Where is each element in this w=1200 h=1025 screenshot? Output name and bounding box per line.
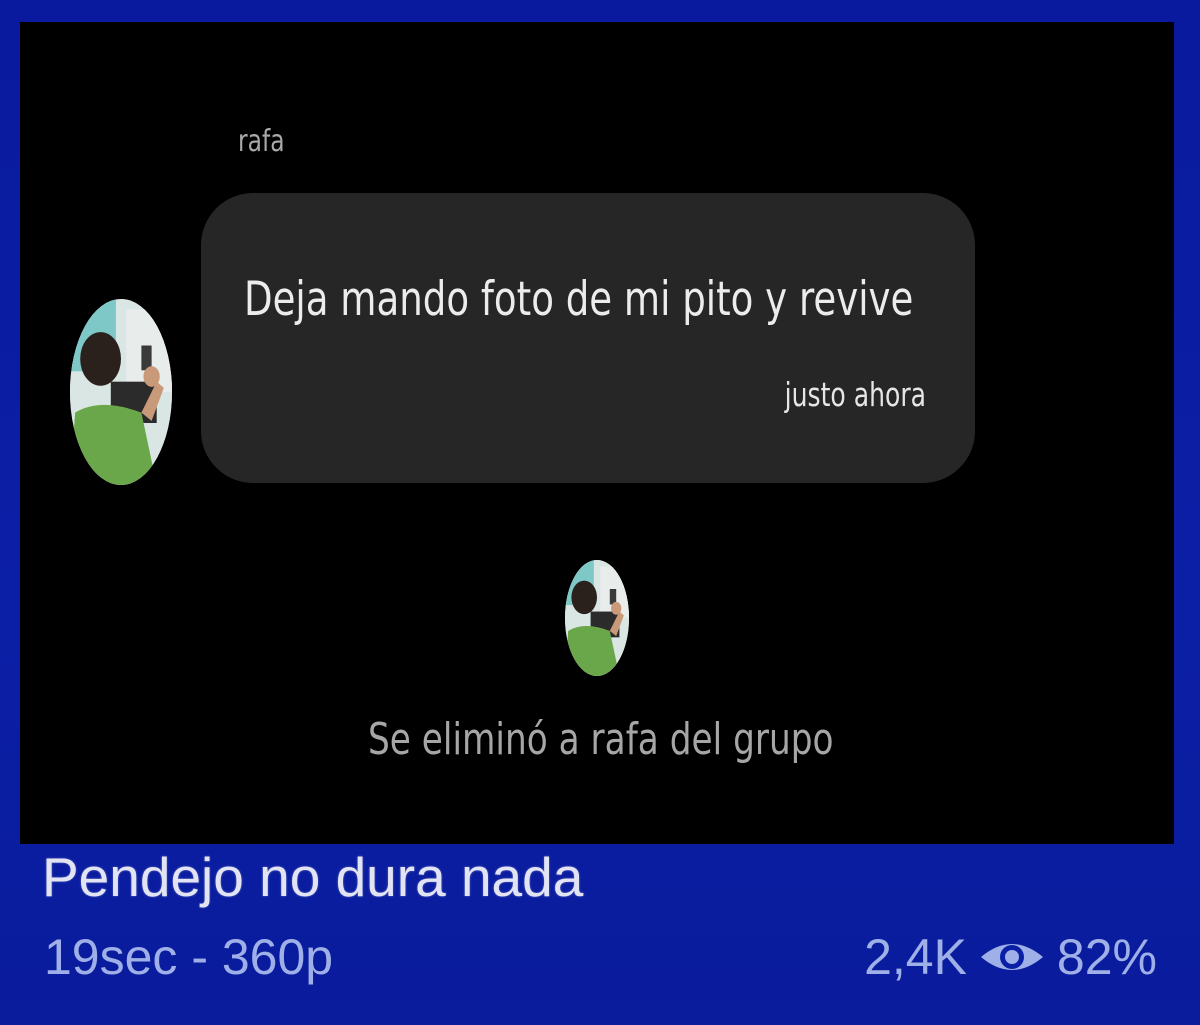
removed-user-avatar [565, 560, 629, 676]
message-timestamp: justo ahora [784, 375, 926, 414]
chat-screenshot: rafa Deja mando foto de mi pito y revive… [20, 22, 1174, 844]
sender-avatar [70, 299, 172, 485]
video-duration-quality: 19sec - 360p [44, 929, 334, 985]
eye-icon [979, 937, 1045, 977]
message-text: Deja mando foto de mi pito y revive [244, 272, 914, 327]
video-stats: 2,4K 82% [864, 928, 1157, 986]
sender-name: rafa [238, 124, 285, 159]
message-bubble[interactable] [201, 193, 975, 483]
video-thumbnail-frame[interactable]: rafa Deja mando foto de mi pito y revive… [0, 0, 1200, 1025]
video-title[interactable]: Pendejo no dura nada [42, 845, 583, 909]
system-message: Se eliminó a rafa del grupo [368, 714, 834, 765]
view-count: 2,4K [864, 929, 967, 985]
rating: 82% [1056, 929, 1157, 985]
